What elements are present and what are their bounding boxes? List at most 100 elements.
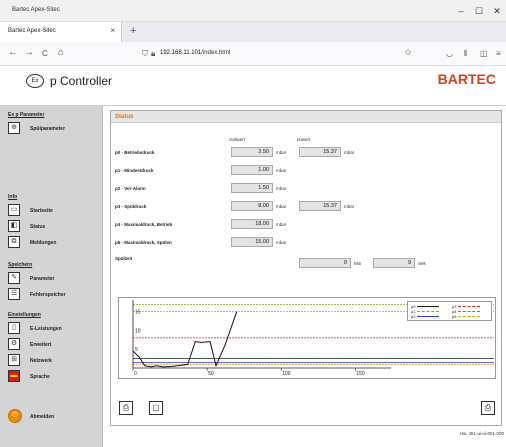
minimize-icon[interactable]: – [454, 4, 468, 18]
x-tick-label: 100 [282, 371, 291, 377]
footer: Hw. 451-ui-ui-001-000 [103, 426, 506, 447]
x-tick-label: 0 [134, 371, 137, 377]
sidebar-item-status[interactable]: ◧ Status [8, 220, 100, 234]
column-header-actual: Istwert [297, 137, 311, 142]
close-icon[interactable]: ✕ [490, 4, 504, 18]
power-icon: ⏻ [8, 409, 22, 423]
sidebar-item-label: Netzwerk [30, 358, 52, 364]
new-tab-icon[interactable]: + [130, 25, 136, 37]
unit: mbar [344, 150, 355, 155]
purge-icon: ⊕ [8, 122, 20, 134]
legend-swatch [458, 316, 481, 318]
legend-swatch [458, 311, 481, 313]
back-icon[interactable]: ← [8, 47, 18, 58]
sidebar-item-spuelparameter[interactable]: ⊕ Spülparameter [8, 122, 100, 136]
reload-icon[interactable]: C [42, 49, 48, 58]
sidebar-item-parameter[interactable]: ✎ Parameter [8, 272, 100, 286]
setpoint-p3: 8.00 [231, 201, 273, 211]
sidebar-item-netzwerk[interactable]: ⊞ Netzwerk [8, 354, 100, 368]
legend-swatch [458, 306, 481, 308]
main-content: Status Sollwert Istwert p0 - Betriebsdru… [103, 106, 506, 426]
sidebar-item-label: Status [30, 224, 46, 230]
logout-button[interactable]: ⏻ Abmelden [8, 409, 100, 423]
sidebar-item-label: Spülparameter [30, 126, 66, 132]
sidebar-item-label: Sprache [30, 374, 50, 380]
pocket-icon[interactable]: ◡ [446, 49, 453, 58]
setpoint-p5: 15.00 [231, 237, 273, 247]
save-button[interactable]: ⎙ [119, 401, 133, 415]
app-title: p Controller [50, 74, 113, 88]
setpoint-p1: 1.00 [231, 165, 273, 175]
section-info: Info [8, 194, 18, 200]
y-tick-label: 5 [135, 347, 138, 353]
library-icon[interactable]: ⫴ [464, 49, 467, 59]
sidebar-item-startseite[interactable]: ▭ Startseite [8, 204, 100, 218]
sidebar-item-e-leistungen[interactable]: ▯ E-Leistungen [8, 322, 100, 336]
tab-close-icon[interactable]: × [110, 26, 115, 35]
sidebar-item-label: Meldungen [30, 240, 57, 246]
refresh-button[interactable]: ⎙ [481, 401, 495, 415]
purge-time-sec: 9 [373, 258, 415, 268]
messages-icon: ⧉ [8, 236, 20, 248]
ex-logo: Ex [26, 74, 44, 88]
sidebar-toggle-icon[interactable]: ◫ [480, 49, 488, 58]
unit: mbar [276, 222, 287, 227]
column-header-setpoint: Sollwert [229, 137, 246, 142]
url-host: 192.168.11.101 [160, 50, 202, 56]
home-icon[interactable]: ⌂ [58, 47, 64, 58]
legend-swatch [417, 306, 440, 308]
lock-icon: 🔒︎ [151, 49, 156, 58]
tab-label: Bartec Apex-Sitec [8, 28, 56, 34]
open-button[interactable]: ▢ [149, 401, 163, 415]
param-label: Spülzeit [115, 256, 133, 261]
unit: mbar [276, 204, 287, 209]
menu-icon[interactable]: ≡ [496, 49, 501, 58]
unit: mbar [276, 168, 287, 173]
chart-legend: p0 p1 p2 p3 p4 p5 [407, 301, 492, 321]
tab-bar: Bartec Apex-Sitec × + [0, 22, 506, 42]
settings-icon: ⚙ [8, 338, 20, 350]
param-label: p0 - Betriebsdruck [115, 150, 155, 155]
error-memory-icon: ☰ [8, 288, 20, 300]
status-panel: Status Sollwert Istwert p0 - Betriebsdru… [110, 110, 502, 426]
legend-item-p5: p5 [452, 314, 481, 319]
sidebar-item-label: Parameter [30, 276, 55, 282]
flag-icon: ▬ [8, 370, 20, 382]
sidebar: Ex p Parameter ⊕ Spülparameter Info ▭ St… [0, 106, 103, 447]
param-label: p5 - Maximaldruck, Spülen [115, 240, 172, 245]
home-page-icon: ▭ [8, 204, 20, 216]
maximize-icon[interactable]: ☐ [472, 4, 486, 18]
param-label: p4 - Maximaldruck, Betrieb [115, 222, 173, 227]
purge-time-min: 0 [299, 258, 351, 268]
section-einstellungen: Einstellungen [8, 312, 41, 318]
url-path: /index.html [201, 50, 231, 56]
unit: Sek [418, 261, 426, 266]
network-icon: ⊞ [8, 354, 20, 366]
sidebar-item-meldungen[interactable]: ⧉ Meldungen [8, 236, 100, 250]
sidebar-item-fehlerspeicher[interactable]: ☰ Fehlerspeicher [8, 288, 100, 302]
sidebar-item-erweitert[interactable]: ⚙ Erweitert [8, 338, 100, 352]
open-icon: ▢ [152, 403, 160, 412]
brand-logo: BARTEC [437, 71, 496, 87]
param-label: p3 - Spüldruck [115, 204, 147, 209]
browser-tab[interactable]: Bartec Apex-Sitec × [0, 22, 122, 42]
forward-icon[interactable]: → [24, 47, 34, 58]
legend-label: p5 [452, 314, 457, 319]
logout-label: Abmelden [30, 414, 55, 420]
actual-p3: 15.37 [299, 201, 341, 211]
bookmark-star-icon[interactable]: ☆ [404, 47, 412, 58]
actual-p0: 15.37 [299, 147, 341, 157]
refresh-icon: ⎙ [484, 403, 492, 412]
x-tick-label: 50 [208, 371, 214, 377]
unit: mbar [276, 240, 287, 245]
address-bar[interactable]: 192.168.11.101/index.html [160, 50, 230, 56]
param-label: p2 - Vor-Alarm [115, 186, 146, 191]
sidebar-item-label: E-Leistungen [30, 326, 62, 332]
setpoint-p2: 1.50 [231, 183, 273, 193]
version-text: Hw. 451-ui-ui-001-000 [459, 431, 504, 436]
sidebar-item-sprache[interactable]: ▬ Sprache [8, 370, 100, 384]
app-header: Ex p Controller BARTEC [0, 66, 506, 106]
legend-swatch [417, 311, 440, 313]
legend-swatch [417, 316, 440, 318]
unit: Min [354, 261, 362, 266]
